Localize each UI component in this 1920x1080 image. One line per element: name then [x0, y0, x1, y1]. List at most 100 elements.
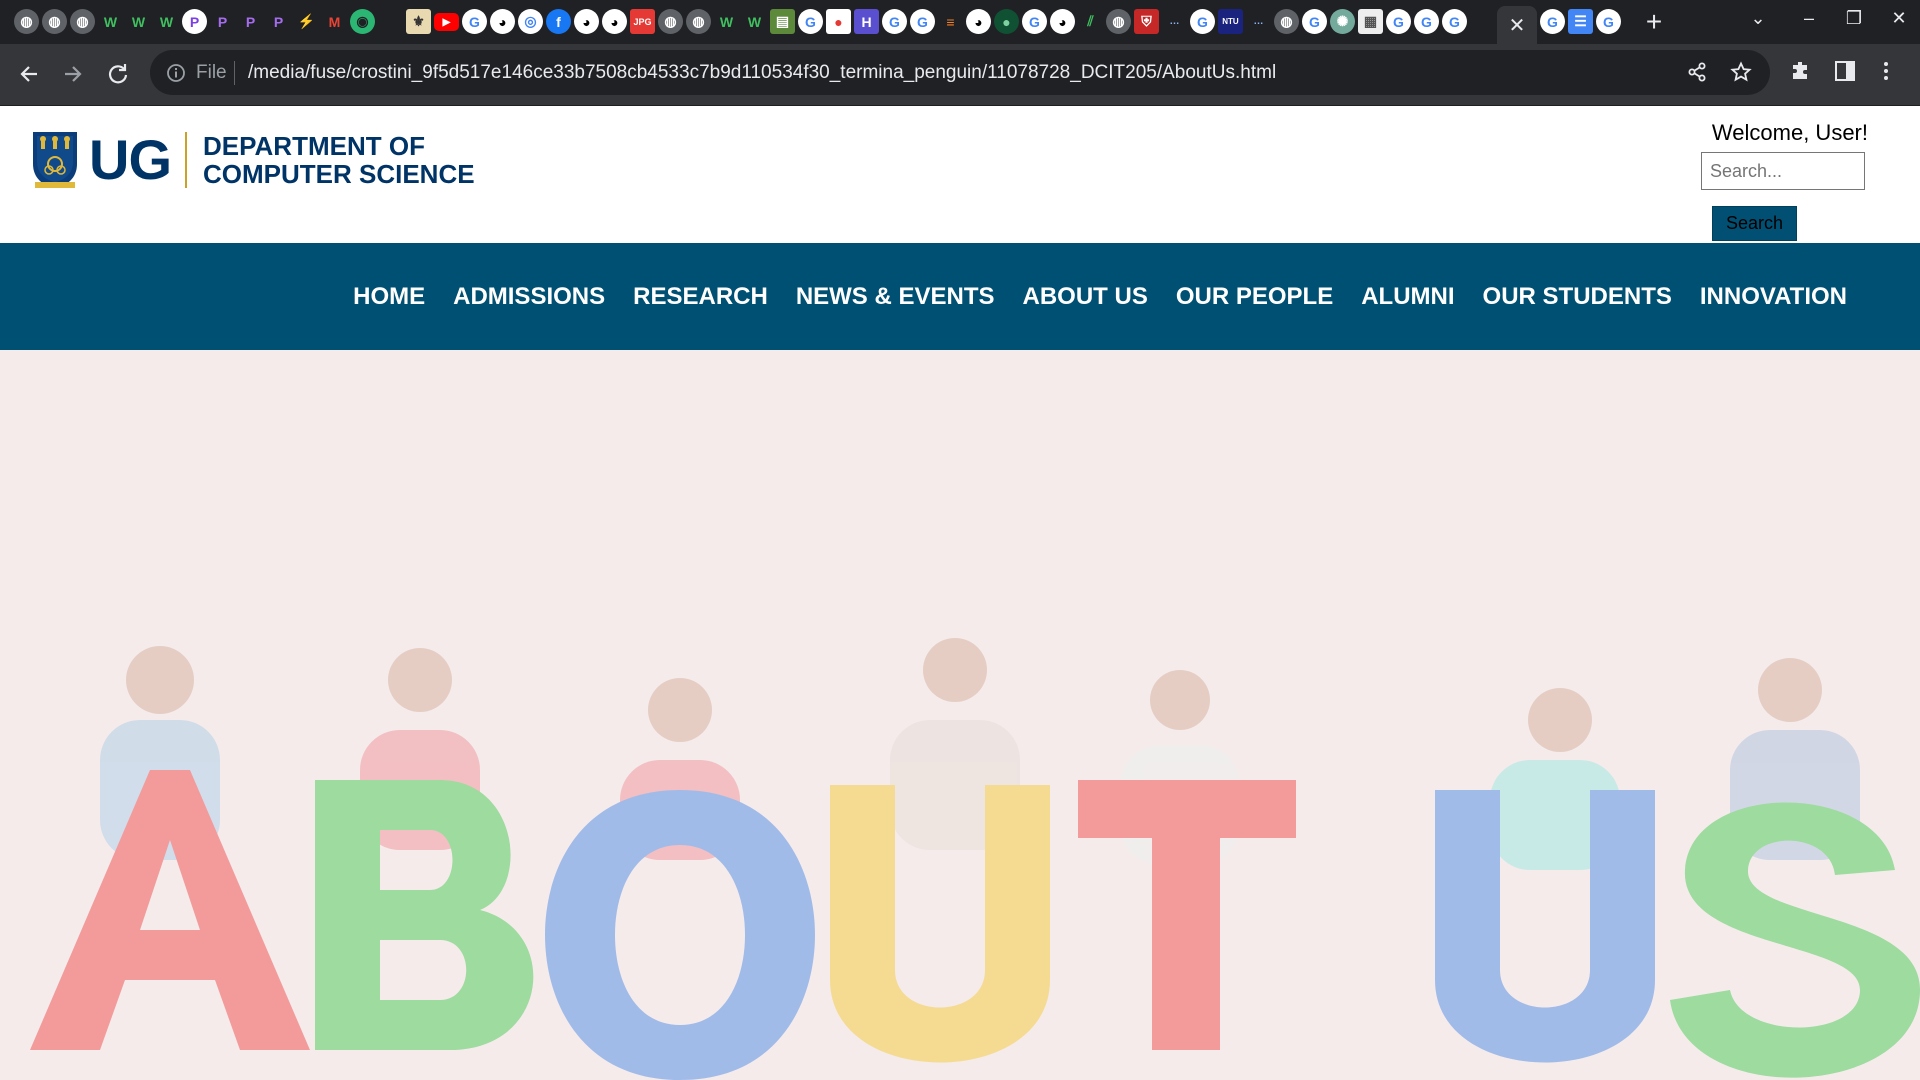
address-bar[interactable]: File /media/fuse/crostini_9f5d517e146ce3…: [150, 50, 1770, 95]
dots-icon[interactable]: …: [1246, 9, 1271, 34]
department-name: DEPARTMENT OF COMPUTER SCIENCE: [203, 132, 475, 188]
browser-tab-strip: ◍ ◍ ◍ W W W P P P P ⚡ M ◉ ⚜ ▶ G ◕ ◎ f ◕ …: [0, 0, 1920, 44]
stackoverflow-icon[interactable]: ≡: [938, 9, 963, 34]
bookmark-star-icon[interactable]: [1730, 61, 1752, 88]
blank-icon[interactable]: [378, 9, 403, 34]
close-tab-icon[interactable]: ✕: [1497, 6, 1537, 44]
google-icon[interactable]: G: [462, 9, 487, 34]
department-name-line1: DEPARTMENT OF: [203, 131, 425, 161]
youtube-icon[interactable]: ▶: [434, 13, 459, 31]
nav-alumni[interactable]: ALUMNI: [1361, 283, 1454, 311]
p-icon[interactable]: P: [210, 9, 235, 34]
google-icon[interactable]: G: [798, 9, 823, 34]
restore-icon[interactable]: ❐: [1838, 8, 1870, 29]
forward-icon[interactable]: [57, 58, 89, 90]
divider: [234, 61, 235, 85]
github-icon[interactable]: ◕: [574, 9, 599, 34]
globe-icon[interactable]: ◍: [70, 9, 95, 34]
new-tab-button[interactable]: +: [1638, 6, 1670, 38]
google-icon[interactable]: G: [1190, 9, 1215, 34]
google-icon[interactable]: G: [1414, 9, 1439, 34]
nav-news-events[interactable]: NEWS & EVENTS: [796, 283, 995, 311]
p-icon[interactable]: P: [238, 9, 263, 34]
url-text[interactable]: /media/fuse/crostini_9f5d517e146ce33b750…: [248, 62, 1276, 84]
site-header: UG DEPARTMENT OF COMPUTER SCIENCE Welcom…: [0, 106, 1920, 243]
tab-favicons: ◍ ◍ ◍ W W W P P P P ⚡ M ◉ ⚜ ▶ G ◕ ◎ f ◕ …: [14, 9, 1467, 35]
main-navigation: HOME ADMISSIONS RESEARCH NEWS & EVENTS A…: [0, 243, 1920, 350]
seal-icon[interactable]: ⚜: [406, 9, 431, 34]
google-icon[interactable]: G: [1386, 9, 1411, 34]
github-icon[interactable]: ◕: [966, 9, 991, 34]
nav-innovation[interactable]: INNOVATION: [1700, 283, 1847, 311]
w-icon[interactable]: W: [98, 9, 123, 34]
facebook-icon[interactable]: f: [546, 9, 571, 34]
w-icon[interactable]: W: [154, 9, 179, 34]
nav-home[interactable]: HOME: [353, 283, 425, 311]
docs-icon[interactable]: ☰: [1568, 9, 1593, 34]
podcast-icon[interactable]: ◎: [518, 9, 543, 34]
gmail-icon[interactable]: M: [322, 9, 347, 34]
google-icon[interactable]: G: [1442, 9, 1467, 34]
github-icon[interactable]: ◕: [602, 9, 627, 34]
back-icon[interactable]: [13, 58, 45, 90]
antenna-icon[interactable]: ⚡: [294, 9, 319, 34]
nav-research[interactable]: RESEARCH: [633, 283, 768, 311]
github-icon[interactable]: ◕: [490, 9, 515, 34]
p-icon[interactable]: P: [182, 9, 207, 34]
hero-illustration: [0, 350, 1920, 1080]
google-icon[interactable]: G: [1596, 9, 1621, 34]
owl-icon[interactable]: ◉: [350, 9, 375, 34]
p-icon[interactable]: P: [266, 9, 291, 34]
jpg-png-icon[interactable]: JPG: [630, 9, 655, 34]
tab-search-icon[interactable]: ⌄: [1742, 8, 1774, 29]
share-icon[interactable]: [1686, 61, 1708, 88]
browser-toolbar: File /media/fuse/crostini_9f5d517e146ce3…: [0, 44, 1920, 106]
ntu-icon[interactable]: NTU: [1218, 9, 1243, 34]
department-name-line2: COMPUTER SCIENCE: [203, 159, 475, 189]
google-icon[interactable]: G: [1022, 9, 1047, 34]
shield-icon[interactable]: ⛨: [1134, 9, 1159, 34]
scheme-label: File: [196, 62, 227, 83]
search-button[interactable]: Search: [1712, 206, 1797, 241]
close-window-icon[interactable]: ✕: [1883, 8, 1915, 29]
minimize-icon[interactable]: –: [1793, 8, 1825, 29]
logo-divider: [185, 132, 187, 188]
leaf-icon[interactable]: ●: [994, 9, 1019, 34]
active-tab[interactable]: ✕: [1497, 6, 1537, 44]
globe-icon[interactable]: ◍: [42, 9, 67, 34]
globe-icon[interactable]: ◍: [1274, 9, 1299, 34]
extensions-icon[interactable]: [1789, 59, 1813, 88]
globe-icon[interactable]: ◍: [686, 9, 711, 34]
w-icon[interactable]: W: [742, 9, 767, 34]
google-icon[interactable]: G: [1540, 9, 1565, 34]
info-icon[interactable]: [166, 63, 186, 88]
nav-admissions[interactable]: ADMISSIONS: [453, 283, 605, 311]
google-icon[interactable]: G: [882, 9, 907, 34]
chart-icon[interactable]: ⫽: [1078, 9, 1103, 34]
image-icon[interactable]: ▦: [1358, 9, 1383, 34]
chatgpt-icon[interactable]: ✺: [1330, 9, 1355, 34]
search-input[interactable]: [1701, 152, 1865, 190]
github-icon[interactable]: ◕: [1050, 9, 1075, 34]
globe-icon[interactable]: ◍: [1106, 9, 1131, 34]
nav-about-us[interactable]: ABOUT US: [1023, 283, 1148, 311]
w-icon[interactable]: W: [714, 9, 739, 34]
google-icon[interactable]: G: [910, 9, 935, 34]
record-icon[interactable]: ●: [826, 9, 851, 34]
nav-our-people[interactable]: OUR PEOPLE: [1176, 283, 1333, 311]
about-us-hero-image: [0, 350, 1920, 1080]
notebook-icon[interactable]: ▤: [770, 9, 795, 34]
crest-icon: [33, 132, 77, 188]
reload-icon[interactable]: [102, 58, 134, 90]
w-icon[interactable]: W: [126, 9, 151, 34]
google-icon[interactable]: G: [1302, 9, 1327, 34]
globe-icon[interactable]: ◍: [658, 9, 683, 34]
menu-kebab-icon[interactable]: [1880, 59, 1892, 88]
h-icon[interactable]: H: [854, 9, 879, 34]
side-panel-icon[interactable]: [1833, 59, 1857, 88]
nav-our-students[interactable]: OUR STUDENTS: [1483, 283, 1672, 311]
dots-icon[interactable]: …: [1162, 9, 1187, 34]
globe-icon[interactable]: ◍: [14, 9, 39, 34]
department-logo[interactable]: UG DEPARTMENT OF COMPUTER SCIENCE: [31, 130, 475, 190]
logo-text: UG: [89, 128, 172, 191]
